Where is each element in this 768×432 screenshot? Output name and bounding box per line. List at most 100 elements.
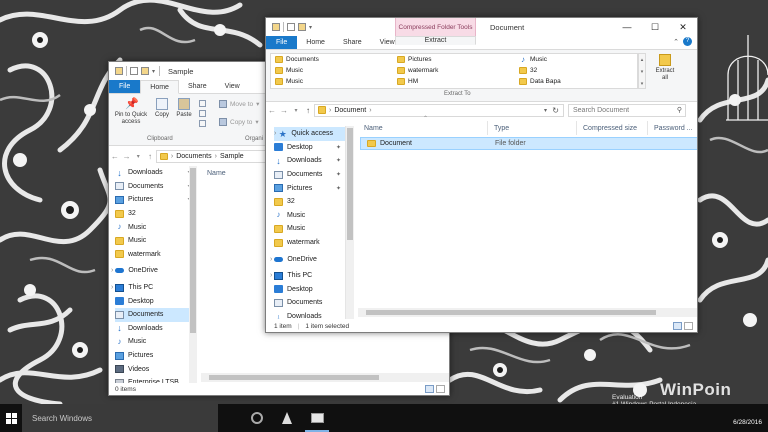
nav-item[interactable]: › ★ Quick access <box>274 127 345 141</box>
move-to-button[interactable]: Move to ▾ <box>219 100 259 108</box>
nav-item[interactable]: ♪ Music <box>115 335 196 349</box>
extract-to-item[interactable]: Music <box>275 78 303 85</box>
properties-icon[interactable] <box>130 67 138 75</box>
column-compressed-size[interactable]: Compressed size <box>577 121 648 135</box>
file-row[interactable]: Document File folder <box>360 137 697 150</box>
extract-to-item[interactable]: ♪ Music <box>519 56 547 64</box>
back-icon[interactable]: ← <box>266 106 278 115</box>
horizontal-scrollbar[interactable] <box>358 308 697 317</box>
close-button[interactable]: ✕ <box>669 18 697 36</box>
horizontal-scrollbar-thumb[interactable] <box>209 375 379 380</box>
horizontal-scrollbar[interactable] <box>201 373 449 382</box>
taskbar-search-box[interactable]: Search Windows <box>22 404 218 432</box>
nav-item[interactable]: ↓ Downloads <box>274 310 345 319</box>
breadcrumb-sample[interactable]: Sample <box>220 153 244 160</box>
nav-item[interactable]: Documents✦ <box>115 180 196 194</box>
nav-item[interactable]: Desktop <box>115 294 196 308</box>
nav-item[interactable]: ♪ Music <box>115 220 196 234</box>
address-dropdown-icon[interactable]: ▾ <box>544 107 547 114</box>
forward-icon[interactable]: → <box>278 106 290 115</box>
clock[interactable]: 6/28/2016 <box>733 410 768 427</box>
forward-icon[interactable]: → <box>121 152 133 161</box>
recent-locations-icon[interactable]: ▾ <box>290 107 302 114</box>
pin-icon[interactable]: ✦ <box>336 185 341 192</box>
extract-to-item[interactable]: Documents <box>275 56 319 63</box>
start-button[interactable] <box>0 404 22 432</box>
nav-scrollbar-thumb[interactable] <box>347 128 353 240</box>
nav-item[interactable]: watermark <box>115 248 196 262</box>
paste-button[interactable]: Paste <box>175 98 193 119</box>
nav-item[interactable]: Documents <box>115 307 196 322</box>
nav-scrollbar[interactable] <box>346 126 354 319</box>
nav-item[interactable]: Documents✦ <box>274 168 345 182</box>
column-name[interactable]: Name <box>358 121 488 135</box>
column-password[interactable]: Password ... <box>648 121 697 135</box>
back-icon[interactable]: ← <box>109 152 121 161</box>
help-icon[interactable]: ? <box>683 37 692 46</box>
nav-item[interactable]: Videos <box>115 362 196 376</box>
extract-to-item[interactable]: 32 <box>519 67 537 74</box>
refresh-icon[interactable]: ↻ <box>552 106 559 115</box>
tab-home[interactable]: Home <box>140 80 179 94</box>
title-bar[interactable]: ▾ Compressed Folder Tools Document — ☐ ✕ <box>266 18 697 36</box>
nav-item[interactable]: Documents <box>274 296 345 310</box>
pin-icon[interactable]: ✦ <box>336 144 341 151</box>
nav-item[interactable]: Desktop ✦ <box>274 141 345 155</box>
nav-item[interactable]: ♪ Music <box>274 209 345 223</box>
nav-item[interactable]: › This PC <box>270 269 345 283</box>
new-folder-icon[interactable] <box>141 67 149 75</box>
breadcrumb-documents[interactable]: Documents <box>176 153 211 160</box>
expand-chevron-icon[interactable]: › <box>111 267 113 274</box>
expand-chevron-icon[interactable]: › <box>274 130 276 137</box>
nav-item[interactable]: ↓ Downloads <box>115 322 196 336</box>
customize-toolbar-icon[interactable]: ▾ <box>309 24 312 31</box>
tab-extract[interactable]: Extract <box>395 36 476 45</box>
large-icons-view-icon[interactable] <box>684 322 693 330</box>
extract-to-item[interactable]: HM <box>397 78 418 85</box>
copy-button[interactable]: Copy <box>153 98 171 119</box>
pin-icon[interactable]: ✦ <box>336 157 341 164</box>
nav-item[interactable]: › OneDrive <box>270 252 345 266</box>
nav-item[interactable]: watermark <box>274 236 345 250</box>
details-view-icon[interactable] <box>425 385 434 393</box>
nav-item[interactable]: 32 <box>115 207 196 221</box>
new-folder-icon[interactable] <box>298 23 306 31</box>
expand-chevron-icon[interactable]: › <box>270 256 272 263</box>
nav-item[interactable]: Music <box>115 234 196 248</box>
tab-share[interactable]: Share <box>334 36 371 49</box>
column-type[interactable]: Type <box>488 121 577 135</box>
properties-icon[interactable] <box>287 23 295 31</box>
gallery-scroll[interactable]: ▴ ▾ ▾ <box>638 53 646 89</box>
maximize-button[interactable]: ☐ <box>641 18 669 36</box>
recent-locations-icon[interactable]: ▾ <box>132 153 144 160</box>
nav-item[interactable]: Pictures✦ <box>274 181 345 195</box>
nav-scrollbar[interactable] <box>189 166 197 384</box>
expand-chevron-icon[interactable]: › <box>111 284 113 291</box>
nav-item[interactable]: Pictures✦ <box>115 193 196 207</box>
taskbar-app-store[interactable] <box>272 404 302 432</box>
paste-shortcut-icon[interactable] <box>199 120 206 127</box>
ribbon-help-icon[interactable]: ⌃ <box>673 38 679 46</box>
copy-to-button[interactable]: Copy to ▾ <box>219 118 259 126</box>
address-bar[interactable]: › Document › ▾ ↻ <box>314 103 564 117</box>
extract-all-button[interactable]: Extract all <box>652 54 678 82</box>
nav-item[interactable]: 32 <box>274 195 345 209</box>
nav-item[interactable]: Desktop <box>274 283 345 297</box>
nav-item[interactable]: ↓ Downloads ✦ <box>274 154 345 168</box>
nav-scrollbar-thumb[interactable] <box>190 168 196 333</box>
nav-item[interactable]: › OneDrive <box>111 264 196 278</box>
search-input[interactable]: Search Document ⚲ <box>568 103 686 117</box>
tab-view[interactable]: View <box>216 80 249 93</box>
extract-to-item[interactable]: watermark <box>397 67 438 74</box>
taskbar-app-file-explorer[interactable] <box>302 404 332 432</box>
taskbar-app-task-view[interactable] <box>242 404 272 432</box>
up-icon[interactable]: ↑ <box>302 106 314 115</box>
tab-file[interactable]: File <box>266 36 298 49</box>
expand-chevron-icon[interactable]: › <box>270 272 272 279</box>
up-icon[interactable]: ↑ <box>144 152 156 161</box>
tab-share[interactable]: Share <box>179 80 216 93</box>
tab-file[interactable]: File <box>109 80 141 93</box>
extract-to-item[interactable]: Data Bapa <box>519 78 561 85</box>
customize-toolbar-icon[interactable]: ▾ <box>152 68 155 75</box>
details-view-icon[interactable] <box>673 322 682 330</box>
